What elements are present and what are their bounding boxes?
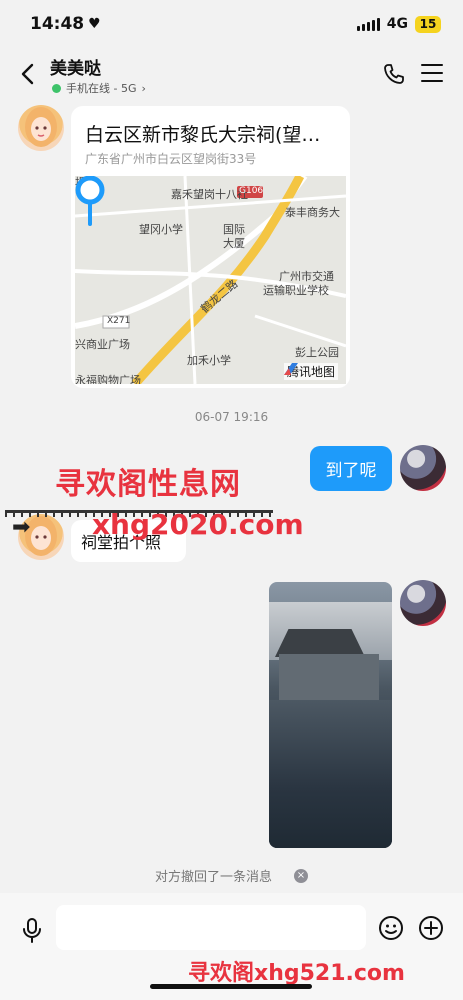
location-message[interactable]: 白云区新市黎氏大宗祠(望… 广东省广州市白云区望岗街33号 場 嘉禾望岗十八社 … (71, 106, 350, 388)
location-map[interactable]: 場 嘉禾望岗十八社 G106 泰丰商务大 望冈小学 国际 大厦 广州市交通 运输… (75, 176, 346, 384)
map-label-school: 望冈小学 (139, 223, 183, 236)
menu-icon[interactable] (421, 64, 443, 84)
watermark-middle: xhg2020.com (92, 508, 304, 541)
phone-icon[interactable] (382, 62, 406, 86)
location-title: 白云区新市黎氏大宗祠(望… (85, 124, 321, 146)
signal-icon (356, 17, 380, 31)
map-label-plaza: 兴商业广场 (75, 338, 130, 351)
contact-status[interactable]: 手机在线 - 5G › (52, 80, 146, 96)
heart-icon: ♥ (88, 16, 101, 32)
chevron-left-icon[interactable] (18, 62, 38, 86)
recall-notice: 对方撤回了一条消息 × (0, 866, 463, 885)
my-avatar[interactable] (400, 445, 446, 491)
map-label-taifeng: 泰丰商务大 (285, 206, 340, 219)
close-icon[interactable]: × (294, 868, 308, 883)
home-indicator[interactable] (150, 984, 312, 989)
chat-header: 美美哒 手机在线 - 5G › (0, 48, 463, 100)
arrow-right-icon: ➡ (12, 515, 31, 540)
photo-message[interactable] (269, 582, 392, 848)
time-text: 14:48 (30, 14, 85, 34)
location-pin-icon (75, 176, 105, 226)
tencent-map-icon (283, 363, 298, 375)
battery-icon: 15 (415, 15, 441, 33)
watermark-bottom: 寻欢阁xhg521.com (188, 961, 405, 986)
message-input[interactable] (56, 905, 366, 950)
status-bar: 14:48 ♥ 4G 15 (0, 0, 463, 48)
contact-avatar[interactable] (18, 105, 64, 151)
emoji-icon[interactable] (378, 915, 404, 941)
map-label-jiahe: 嘉禾望岗十八社 (171, 188, 248, 201)
map-provider-logo: 腾讯地图 (283, 363, 338, 380)
network-label: 4G (386, 16, 408, 32)
contact-name[interactable]: 美美哒 (50, 54, 101, 79)
map-label-park: 彭上公园 (295, 346, 339, 359)
contact-status-text: 手机在线 - 5G (66, 82, 137, 95)
recall-notice-text: 对方撤回了一条消息 (154, 870, 272, 885)
map-label-g106: G106 (239, 186, 264, 196)
mic-icon[interactable] (20, 917, 44, 943)
my-avatar-2[interactable] (400, 580, 446, 626)
plus-icon[interactable] (418, 915, 444, 941)
map-label-yunshu: 运输职业学校 (263, 284, 329, 297)
map-label-building: 大厦 (223, 237, 245, 250)
status-time: 14:48 ♥ (30, 14, 101, 34)
status-indicators: 4G 15 (356, 15, 441, 33)
location-address: 广东省广州市白云区望岗街33号 (85, 152, 257, 166)
watermark-top: 寻欢阁性息网 (55, 467, 241, 502)
message-timestamp: 06-07 19:16 (194, 410, 269, 424)
map-label-x271: X271 (107, 316, 131, 326)
map-label-bottom: 永福购物广场 (75, 374, 141, 384)
map-label-jiahe-school: 加禾小学 (187, 354, 231, 367)
chevron-right-icon: › (141, 81, 146, 95)
online-indicator (52, 83, 61, 93)
sent-message[interactable]: 到了呢 (310, 446, 392, 491)
